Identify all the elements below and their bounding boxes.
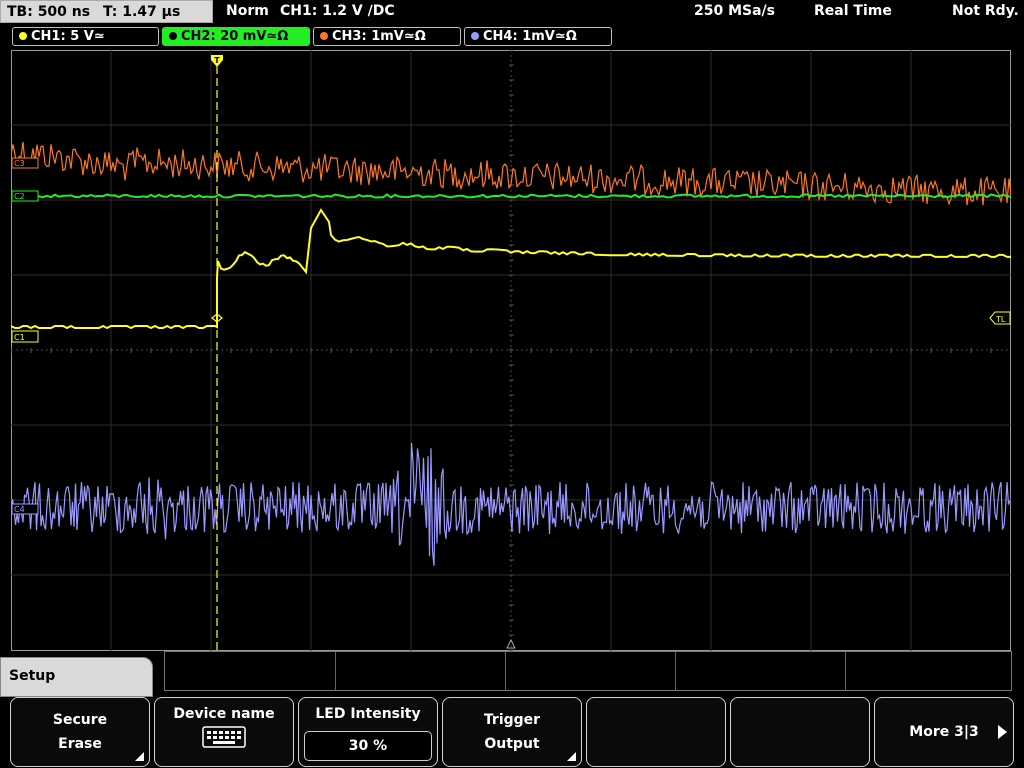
channel-3-offset-marker[interactable]: C3 bbox=[11, 157, 39, 169]
info-cell bbox=[335, 652, 506, 690]
device-name-label: Device name bbox=[173, 706, 275, 722]
secure-erase-label-1: Secure bbox=[52, 712, 108, 728]
timebase-display[interactable]: TB: 500 ns T: 1.47 µs bbox=[0, 0, 213, 23]
trigger-time-value: T: 1.47 µs bbox=[102, 4, 181, 20]
submenu-corner-icon bbox=[567, 752, 576, 761]
trigger-position-label: T bbox=[214, 56, 220, 65]
timebase-value: TB: 500 ns bbox=[7, 4, 91, 20]
more-label: More 3|3 bbox=[909, 724, 979, 740]
acquisition-state: Not Rdy. bbox=[952, 3, 1019, 19]
sample-rate: 250 MSa/s bbox=[694, 3, 776, 19]
keyboard-icon bbox=[202, 726, 246, 748]
channel-4-label: CH4: 1mV≃Ω bbox=[483, 29, 577, 44]
channel-3-label: CH3: 1mV≃Ω bbox=[332, 29, 426, 44]
trigger-mode[interactable]: Norm bbox=[226, 0, 269, 23]
waveform-display[interactable]: T C3 C2 C1 C4 TL bbox=[11, 50, 1011, 651]
secure-erase-button[interactable]: Secure Erase bbox=[10, 697, 150, 767]
trigger-output-label-2: Output bbox=[484, 736, 540, 752]
trigger-output-button[interactable]: Trigger Output bbox=[442, 697, 582, 767]
submenu-corner-icon bbox=[135, 752, 144, 761]
channel-2-color-dot bbox=[169, 31, 177, 40]
channel-2-label: CH2: 20 mV≃Ω bbox=[181, 29, 289, 44]
arrow-right-icon bbox=[998, 725, 1007, 739]
trigger-source-level[interactable]: CH1: 1.2 V ∕DC bbox=[280, 0, 395, 23]
softkey-6-empty[interactable] bbox=[730, 697, 870, 767]
led-intensity-value: 30 % bbox=[304, 731, 432, 761]
trigger-level-marker[interactable]: TL bbox=[989, 311, 1011, 325]
device-name-button[interactable]: Device name bbox=[154, 697, 294, 767]
channel-1-tab[interactable]: CH1: 5 V≃ bbox=[12, 27, 159, 46]
channel-1-marker-label: C1 bbox=[14, 333, 25, 342]
menu-title-setup: Setup bbox=[0, 657, 153, 697]
secure-erase-label-2: Erase bbox=[58, 736, 102, 752]
channel-1-color-dot bbox=[19, 31, 27, 40]
more-button[interactable]: More 3|3 bbox=[874, 697, 1014, 767]
channel-2-offset-marker[interactable]: C2 bbox=[11, 190, 39, 202]
channel-2-tab[interactable]: CH2: 20 mV≃Ω bbox=[162, 27, 310, 46]
trigger-output-label-1: Trigger bbox=[483, 712, 541, 728]
channel-4-marker-label: C4 bbox=[14, 505, 25, 514]
info-cell bbox=[675, 652, 846, 690]
channel-4-tab[interactable]: CH4: 1mV≃Ω bbox=[464, 27, 612, 46]
acquisition-mode: Real Time bbox=[814, 3, 892, 19]
led-intensity-button[interactable]: LED Intensity 30 % bbox=[298, 697, 438, 767]
channel-3-tab[interactable]: CH3: 1mV≃Ω bbox=[313, 27, 461, 46]
channel-1-offset-marker[interactable]: C1 bbox=[11, 330, 39, 343]
channel-4-offset-marker[interactable]: C4 bbox=[11, 503, 39, 515]
info-strip bbox=[164, 651, 1012, 691]
trigger-level-label: TL bbox=[995, 315, 1006, 324]
softkey-5-empty[interactable] bbox=[586, 697, 726, 767]
channel-1-label: CH1: 5 V≃ bbox=[31, 29, 105, 44]
led-intensity-label: LED Intensity bbox=[315, 706, 421, 722]
channel-2-marker-label: C2 bbox=[14, 192, 25, 201]
channel-4-color-dot bbox=[471, 31, 479, 40]
channel-3-color-dot bbox=[320, 31, 328, 40]
info-cell bbox=[505, 652, 676, 690]
info-cell bbox=[165, 652, 336, 690]
channel-3-marker-label: C3 bbox=[14, 159, 25, 168]
